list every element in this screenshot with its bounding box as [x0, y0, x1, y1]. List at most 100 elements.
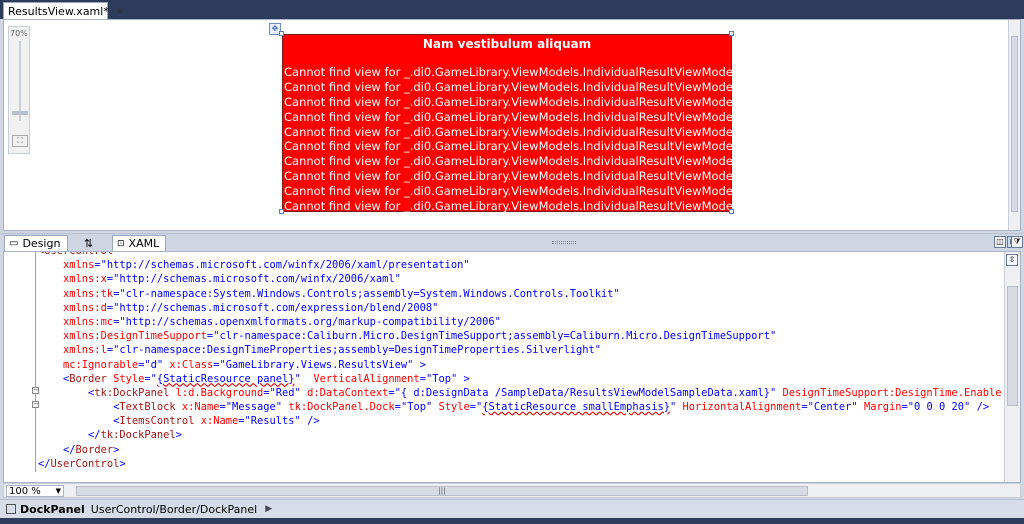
- result-line: Cannot find view for _.di0.GameLibrary.V…: [284, 79, 732, 94]
- editor-margin: [4, 252, 32, 482]
- result-line: Cannot find view for _.di0.GameLibrary.V…: [284, 109, 732, 124]
- code-token: "http://schemas.microsoft.com/winfx/2006…: [113, 273, 401, 286]
- code-line[interactable]: </Border>: [38, 443, 1001, 457]
- vertical-split-icon[interactable]: ◫: [994, 236, 1006, 248]
- result-line: Cannot find view for _.di0.GameLibrary.V…: [284, 199, 732, 214]
- results-dockpanel[interactable]: Nam vestibulum aliquam Cannot find view …: [282, 34, 732, 214]
- collapse-pane-icon[interactable]: ⧩: [1011, 236, 1023, 248]
- code-token: </: [88, 429, 101, 442]
- result-line: Cannot find view for _.di0.GameLibrary.V…: [284, 169, 732, 184]
- zoom-slider-thumb[interactable]: [12, 111, 28, 115]
- code-line[interactable]: <UserControl: [38, 252, 1001, 258]
- xaml-vertical-scrollbar[interactable]: [1004, 252, 1020, 482]
- code-token: VerticalAlignment: [313, 372, 420, 385]
- code-token: UserControl: [50, 457, 120, 470]
- result-line: Cannot find view for _.di0.GameLibrary.V…: [284, 139, 732, 154]
- code-token: DesignTimeSupport:DesignTime.Enable: [782, 386, 1002, 399]
- code-token: "Top": [425, 372, 458, 385]
- split-editor-icon[interactable]: ⇳: [1006, 254, 1018, 266]
- code-token: />: [976, 401, 990, 414]
- chevron-right-icon[interactable]: ▶: [265, 504, 272, 514]
- window-bottom-strip: [0, 518, 1024, 524]
- code-line[interactable]: xmlns:tk="clr-namespace:System.Windows.C…: [38, 287, 1001, 301]
- tab-design[interactable]: ▭ Design: [4, 235, 68, 251]
- code-token: "0 0 0 20": [907, 401, 971, 414]
- selection-handle[interactable]: [729, 31, 734, 36]
- code-line[interactable]: <ItemsControl x:Name="Results" />: [38, 414, 1001, 428]
- scrollbar-thumb[interactable]: [1007, 286, 1018, 406]
- scrollbar-thumb[interactable]: |||: [76, 486, 808, 496]
- code-token: "http://schemas.microsoft.com/winfx/2006…: [100, 259, 470, 272]
- code-token: x:Name: [200, 415, 239, 428]
- code-token: Border: [75, 443, 114, 456]
- design-icon: ▭: [9, 238, 19, 249]
- code-token: >: [419, 358, 426, 371]
- code-token: tk:DockPanel.Dock: [288, 401, 395, 414]
- code-token: Style: [113, 372, 145, 385]
- tab-xaml[interactable]: ⊡ XAML: [112, 235, 166, 251]
- zoom-dropdown[interactable]: 100 % ▼: [6, 485, 64, 497]
- selection-handle[interactable]: [729, 209, 734, 214]
- code-token: </: [63, 443, 76, 456]
- code-token: xmlns:DesignTimeSupport: [63, 330, 207, 343]
- fit-to-window-icon[interactable]: ⛶: [12, 135, 28, 147]
- code-line[interactable]: xmlns="http://schemas.microsoft.com/winf…: [38, 258, 1001, 272]
- code-line[interactable]: mc:Ignorable="d" x:Class="GameLibrary.Vi…: [38, 358, 1001, 372]
- close-icon[interactable]: ×: [116, 6, 124, 17]
- code-token: ItemsControl: [119, 415, 195, 428]
- selection-handle[interactable]: [279, 209, 284, 214]
- code-token: >: [119, 457, 126, 470]
- horizontal-scrollbar[interactable]: |||: [68, 485, 1004, 497]
- breadcrumb-path[interactable]: UserControl/Border/DockPanel: [91, 503, 257, 516]
- xaml-editor[interactable]: − − <UserControl xmlns="http://schemas.m…: [3, 251, 1021, 483]
- tab-design-label: Design: [22, 237, 61, 250]
- selection-handle[interactable]: [279, 31, 284, 36]
- code-token: xmlns:l: [63, 344, 107, 357]
- code-line[interactable]: <TextBlock x:Name="Message" tk:DockPanel…: [38, 400, 1001, 414]
- code-token: Border: [69, 372, 107, 385]
- code-line[interactable]: <tk:DockPanel l:d.Background="Red" d:Dat…: [38, 386, 1001, 400]
- scrollbar-thumb[interactable]: [1011, 36, 1018, 212]
- code-token: "clr-namespace:Caliburn.Micro.DesignTime…: [213, 330, 777, 343]
- code-line[interactable]: xmlns:l="clr-namespace:DesignTimePropert…: [38, 343, 1001, 357]
- code-token: "clr-namespace:DesignTimeProperties;asse…: [113, 344, 602, 357]
- code-line[interactable]: xmlns:d="http://schemas.microsoft.com/ex…: [38, 301, 1001, 315]
- zoom-slider-label: 70%: [10, 29, 28, 38]
- code-line[interactable]: <Border Style="{StaticResource panel}" V…: [38, 372, 1001, 386]
- result-line: Cannot find view for _.di0.GameLibrary.V…: [284, 65, 732, 79]
- design-vertical-scrollbar[interactable]: [1008, 20, 1020, 230]
- code-token: "d": [144, 358, 164, 371]
- document-tab-resultsview[interactable]: ResultsView.xaml* ×: [3, 2, 124, 19]
- code-token: "Center": [807, 401, 858, 414]
- zoom-slider[interactable]: 70% ⛶: [8, 26, 30, 154]
- code-token: {StaticResource smallEmphasis}: [482, 401, 670, 414]
- code-line[interactable]: </tk:DockPanel>: [38, 428, 1001, 442]
- code-token: TextBlock: [119, 401, 176, 414]
- code-line[interactable]: xmlns:DesignTimeSupport="clr-namespace:C…: [38, 329, 1001, 343]
- code-token: "Red": [269, 386, 301, 399]
- swap-panes-button[interactable]: ⇅: [80, 235, 100, 251]
- code-token: mc:Ignorable: [63, 358, 139, 371]
- code-token: Style: [438, 401, 470, 414]
- code-token: "http://schemas.microsoft.com/expression…: [113, 301, 439, 314]
- xaml-code[interactable]: <UserControl xmlns="http://schemas.micro…: [38, 252, 1001, 471]
- code-line[interactable]: </UserControl>: [38, 457, 1001, 471]
- document-tab-bar: ResultsView.xaml* ×: [0, 0, 1024, 19]
- result-line: Cannot find view for _.di0.GameLibrary.V…: [284, 154, 732, 169]
- code-line[interactable]: xmlns:x="http://schemas.microsoft.com/wi…: [38, 272, 1001, 286]
- chevron-down-icon: ▼: [55, 487, 61, 495]
- breadcrumb-current[interactable]: DockPanel: [20, 503, 85, 516]
- splitter-grip[interactable]: [552, 241, 576, 244]
- code-line[interactable]: xmlns:mc="http://schemas.openxmlformats.…: [38, 315, 1001, 329]
- design-surface[interactable]: 70% ⛶ ✥ Nam vestibulum aliquam Cannot fi…: [3, 19, 1021, 231]
- code-token: "Results": [244, 415, 301, 428]
